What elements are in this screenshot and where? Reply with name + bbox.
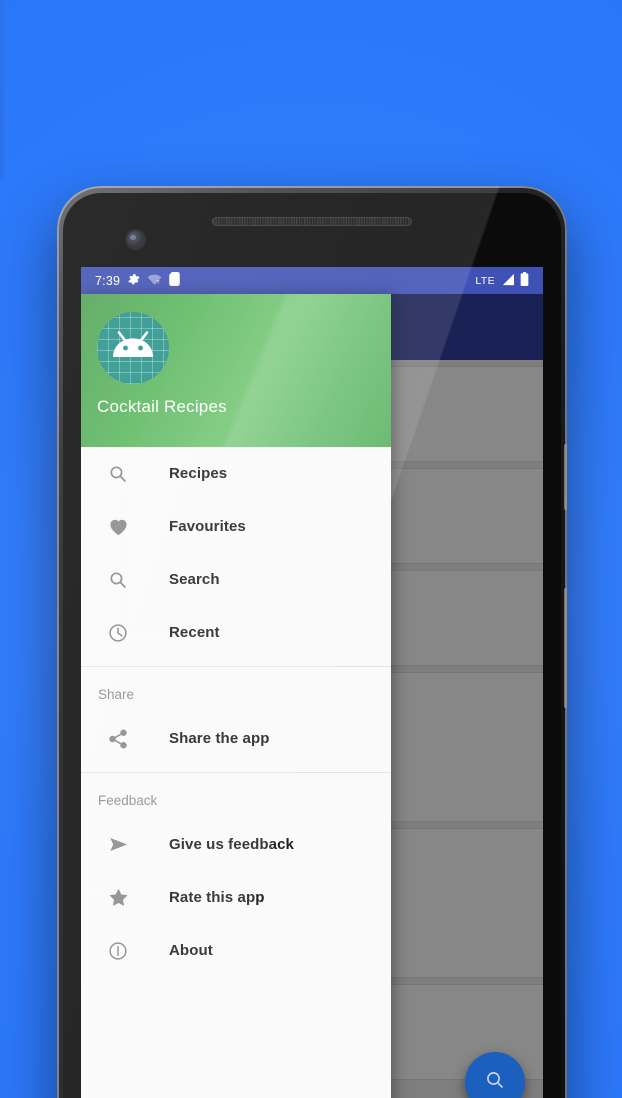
volume-button[interactable]: [564, 588, 567, 708]
share-nodes-icon: [105, 726, 131, 752]
drawer-item-recent[interactable]: Recent: [81, 606, 391, 659]
android-robot-icon: [110, 330, 156, 366]
app-avatar[interactable]: [97, 312, 169, 384]
heart-icon: [105, 514, 131, 540]
svg-text:?: ?: [157, 279, 160, 285]
drawer-section-feedback: Feedback: [98, 793, 158, 808]
drawer-item-label: Search: [169, 571, 220, 588]
drawer-item-about[interactable]: About: [81, 924, 391, 977]
sd-card-icon: [169, 272, 180, 289]
send-icon: [105, 832, 131, 858]
drawer-item-share-the-app[interactable]: Share the app: [81, 712, 391, 765]
status-bar: 7:39 ? LTE: [81, 267, 543, 294]
navigation-drawer[interactable]: Cocktail Recipes Recipes Favourites Sear…: [81, 294, 391, 1098]
drawer-item-label: Recipes: [169, 465, 228, 482]
search-icon: [105, 567, 131, 593]
drawer-item-rate-this-app[interactable]: Rate this app: [81, 871, 391, 924]
info-circle-icon: [105, 938, 131, 964]
drawer-menu: Recipes Favourites Search Recent Share S…: [81, 447, 391, 1098]
drawer-item-favourites[interactable]: Favourites: [81, 500, 391, 553]
clock-icon: [105, 620, 131, 646]
front-camera-icon: [127, 231, 144, 248]
drawer-item-label: Rate this app: [169, 889, 265, 906]
phone-device: ia lka, Cava, Pinch S alvados Water: [57, 186, 567, 1098]
drawer-section-share: Share: [98, 687, 135, 702]
drawer-item-label: Share the app: [169, 730, 270, 747]
status-bar-clock: 7:39: [95, 273, 121, 288]
drawer-item-label: Favourites: [169, 518, 246, 535]
status-bar-left: 7:39 ?: [81, 272, 180, 289]
search-icon: [105, 461, 131, 487]
camera-lens-glint: [130, 235, 136, 240]
battery-icon: [520, 272, 529, 289]
drawer-item-label: About: [169, 942, 213, 959]
power-button[interactable]: [564, 444, 567, 510]
drawer-item-label: Recent: [169, 624, 220, 641]
phone-bezel: ia lka, Cava, Pinch S alvados Water: [63, 193, 561, 1098]
drawer-item-search[interactable]: Search: [81, 553, 391, 606]
drawer-item-give-us-feedback[interactable]: Give us feedback: [81, 818, 391, 871]
wifi-question-icon: ?: [147, 273, 162, 289]
phone-screen: ia lka, Cava, Pinch S alvados Water: [81, 267, 543, 1098]
search-icon: [483, 1068, 507, 1097]
status-bar-right: LTE: [475, 272, 543, 289]
drawer-app-name: Cocktail Recipes: [97, 397, 227, 416]
star-icon: [105, 885, 131, 911]
drawer-item-label: Give us feedback: [169, 836, 294, 853]
network-type-label: LTE: [475, 274, 495, 287]
drawer-header: Cocktail Recipes: [81, 294, 391, 447]
settings-gear-icon: [127, 273, 140, 289]
backdrop-edge: [0, 0, 8, 180]
signal-bars-icon: [500, 273, 515, 289]
drawer-item-recipes[interactable]: Recipes: [81, 447, 391, 500]
earpiece-speaker-icon: [212, 217, 412, 226]
